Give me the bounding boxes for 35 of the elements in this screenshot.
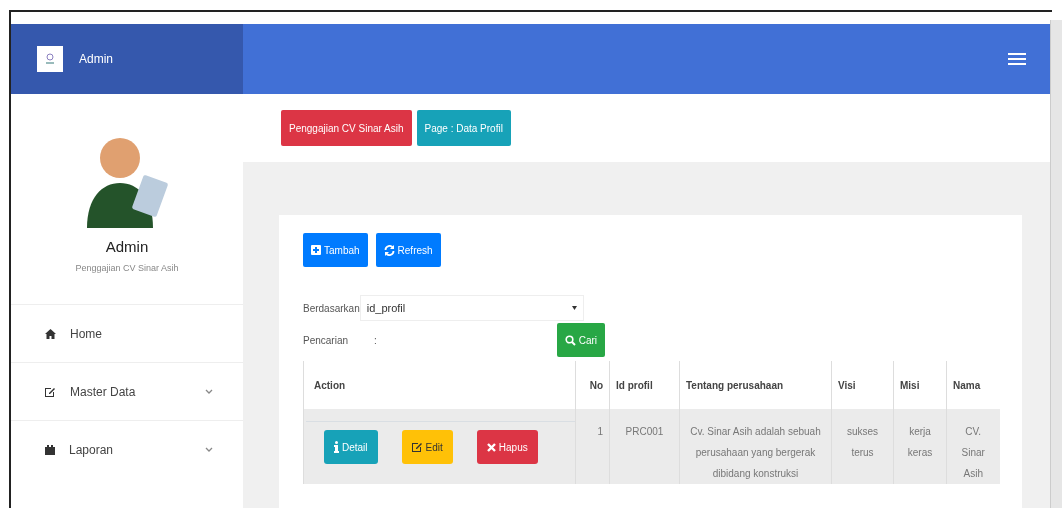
sidebar-item-label: Laporan (69, 442, 115, 457)
plus-square-icon (311, 245, 321, 255)
table-cell: PRC001 (609, 409, 680, 484)
sidebar-item-label: Home (70, 326, 103, 341)
search-label: Pencarian (303, 334, 349, 346)
menu-icon[interactable] (1008, 52, 1026, 66)
table-cell: CV. Sinar Asih (946, 409, 1000, 484)
close-icon (486, 442, 496, 452)
sidebar-item-label: Master Data (70, 384, 137, 399)
table-cell: Cv. Sinar Asih adalah sebuah perusahaan yang bergerak dibidang konstruksi (679, 409, 832, 484)
table-cell: kerja keras (893, 409, 947, 484)
search-icon (564, 334, 576, 346)
calendar-icon (45, 444, 55, 455)
scrollbar[interactable] (1050, 20, 1062, 508)
dropdown-arrow-icon (571, 306, 577, 310)
table-cell: 1 (575, 409, 610, 484)
page-badge: Page : Data Profil (416, 110, 511, 146)
table-cell: sukses terus (831, 409, 894, 484)
sort-by-select[interactable]: id_profil (359, 295, 584, 321)
refresh-button[interactable]: Refresh (375, 233, 441, 267)
refresh-icon (383, 244, 395, 256)
user-name: Admin (105, 238, 149, 255)
brand-name: Admin (79, 52, 113, 66)
logo-icon (37, 46, 63, 72)
home-icon (45, 328, 56, 339)
sort-by-label: Berdasarkan (303, 302, 360, 314)
edit-icon (45, 386, 56, 397)
edit-button[interactable]: Edit (401, 430, 453, 464)
delete-button[interactable]: Hapus (476, 430, 538, 464)
info-icon (334, 441, 339, 453)
add-button[interactable]: Tambah (303, 233, 368, 267)
colon-text: : (374, 334, 377, 346)
page-badge: Penggajian CV Sinar Asih (281, 110, 412, 146)
edit-icon (411, 442, 423, 452)
user-role: Penggajian CV Sinar Asih (75, 263, 179, 273)
